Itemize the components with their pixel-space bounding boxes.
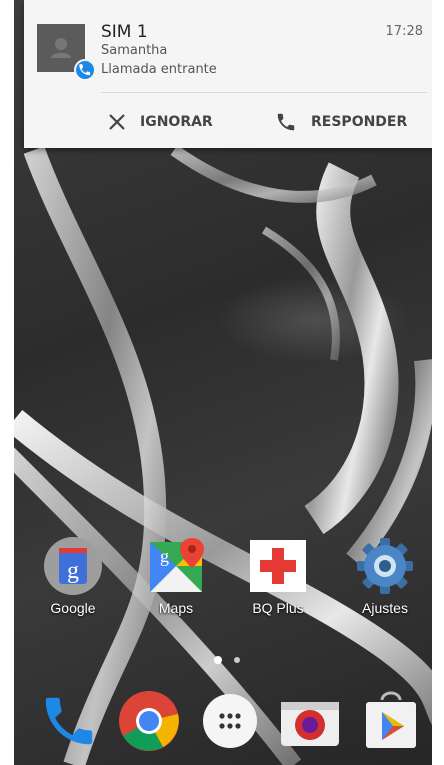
phone-icon (45, 697, 93, 745)
page-dot (234, 657, 240, 663)
app-label: Ajustes (362, 600, 408, 616)
svg-text:g: g (67, 558, 79, 584)
app-label: Maps (158, 600, 194, 616)
app-maps[interactable]: g Maps (136, 536, 216, 616)
dock-play-store[interactable] (360, 690, 422, 752)
dock-camera[interactable] (279, 690, 341, 752)
answer-label: RESPONDER (311, 114, 408, 130)
divider (101, 92, 427, 93)
caller-name: Samantha (101, 43, 168, 58)
app-drawer-icon (203, 694, 257, 748)
ignore-label: IGNORAR (140, 114, 213, 130)
maps-icon: g (146, 536, 206, 596)
settings-gear-icon (355, 536, 415, 596)
notification-time: 17:28 (385, 24, 423, 39)
call-badge-icon (74, 59, 96, 81)
close-icon (109, 114, 125, 130)
dock-chrome[interactable] (118, 690, 180, 752)
dock-phone[interactable] (38, 690, 100, 752)
svg-text:g: g (160, 546, 169, 566)
app-label: BQ Plus (252, 600, 304, 616)
phone-icon (277, 113, 295, 131)
chrome-icon (119, 691, 179, 751)
notification-title: SIM 1 (101, 22, 148, 42)
answer-button[interactable]: RESPONDER (275, 104, 407, 140)
incoming-call-notification[interactable]: SIM 1 17:28 Samantha Llamada entrante IG… (24, 0, 432, 148)
home-screen: SIM 1 17:28 Samantha Llamada entrante IG… (14, 0, 432, 765)
notification-subtitle: Llamada entrante (101, 62, 217, 77)
bq-plus-icon (248, 536, 308, 596)
page-dot-active (214, 656, 222, 664)
play-store-icon (366, 691, 416, 748)
camera-icon (281, 702, 339, 746)
app-bq-plus[interactable]: BQ Plus (238, 536, 318, 616)
app-google[interactable]: g Google (33, 536, 113, 616)
ignore-button[interactable]: IGNORAR (108, 104, 213, 140)
dock-app-drawer[interactable] (199, 690, 261, 752)
app-label: Google (50, 600, 96, 616)
app-settings[interactable]: Ajustes (345, 536, 425, 616)
google-search-icon: g (43, 536, 103, 596)
